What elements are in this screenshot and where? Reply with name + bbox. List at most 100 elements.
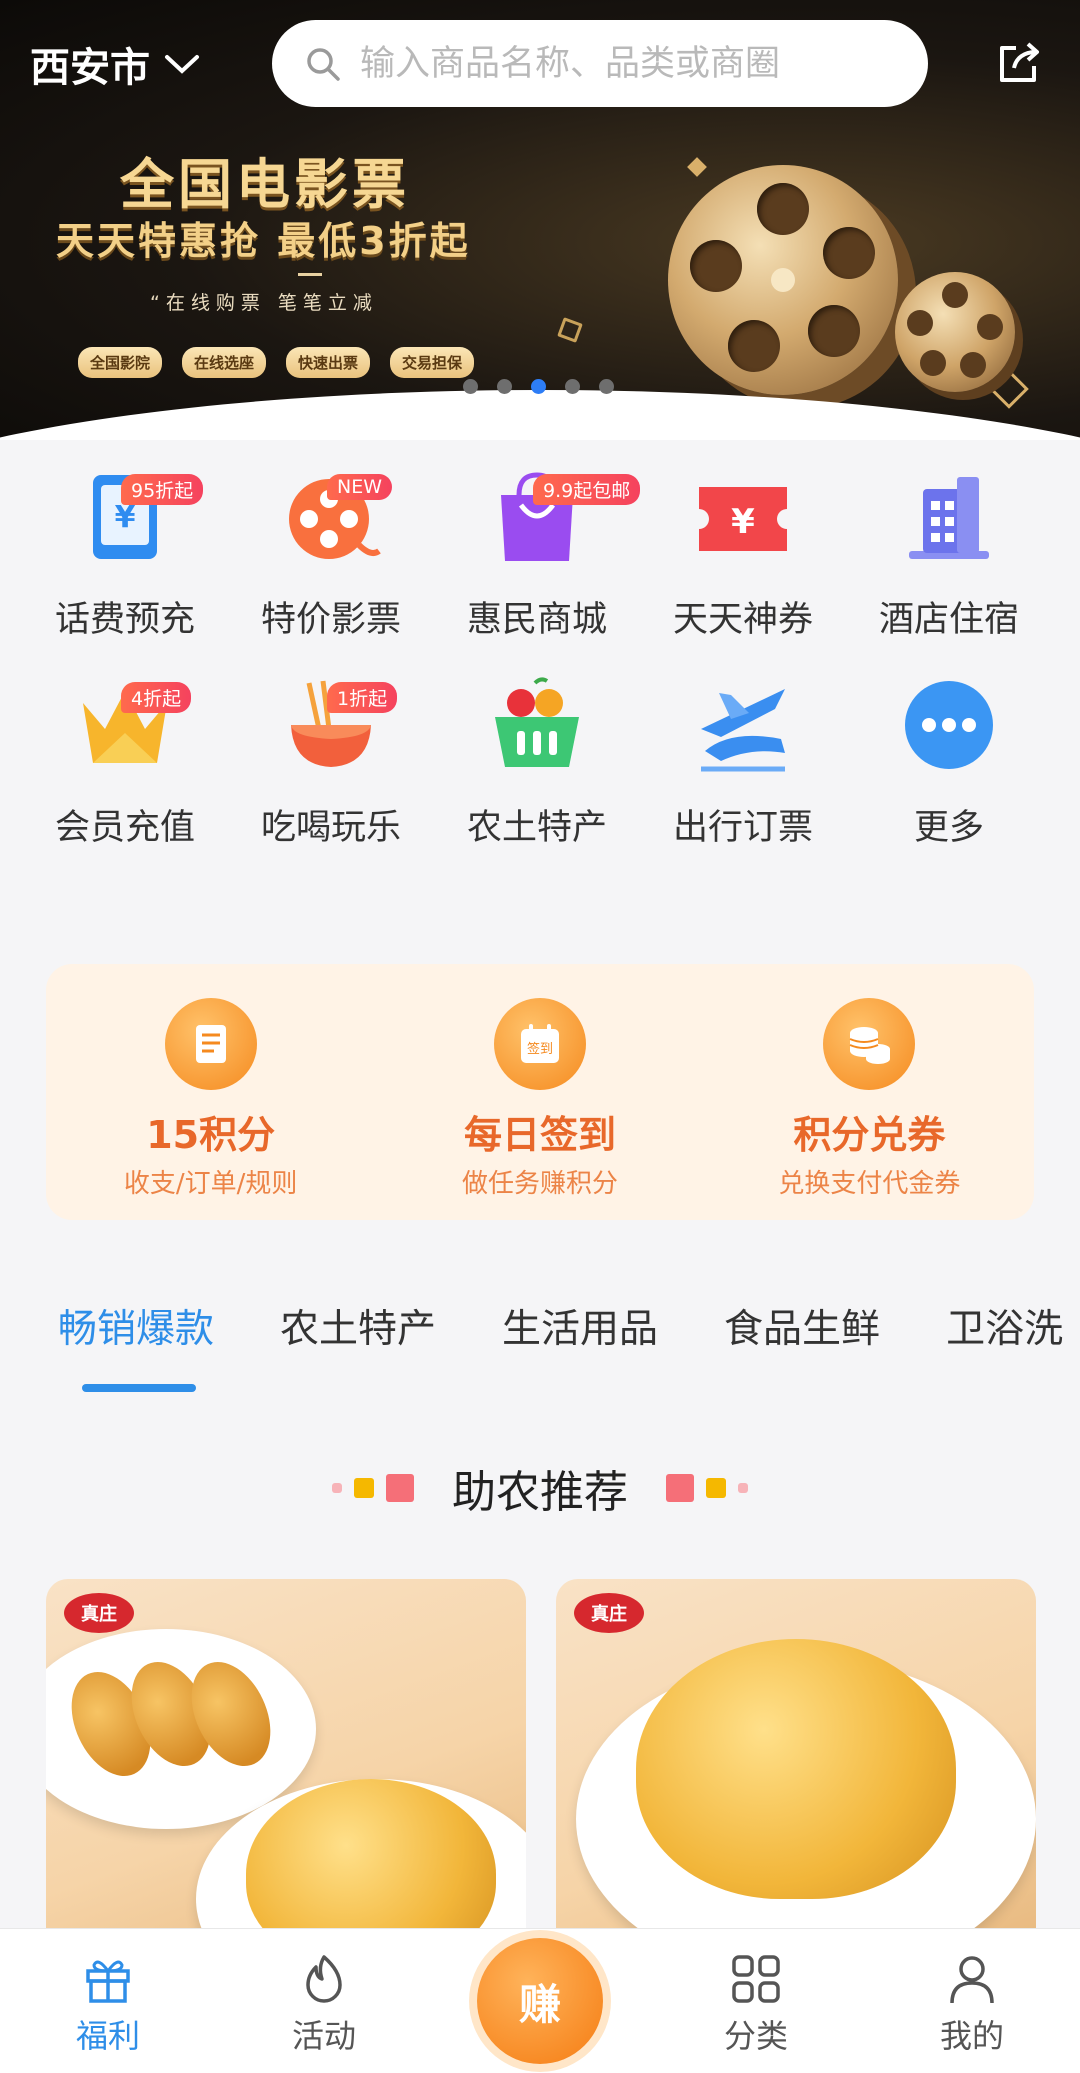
user-icon [950,1956,994,2004]
carousel-dot[interactable] [497,379,512,394]
points-title: 积分兑券 [793,1113,946,1157]
nav-welfare[interactable]: 福利 [0,1929,216,2073]
decor-square [354,1478,374,1498]
grid-label: 惠民商城 [466,600,607,640]
fruit-basket-icon [495,676,579,767]
grid-label: 吃喝玩乐 [260,808,401,848]
more-icon [905,680,993,769]
carousel-dot-active[interactable] [531,379,546,394]
brand-logo: 真庄 [574,1593,644,1633]
plane-train-icon [701,688,785,771]
film-reel-image [668,165,898,395]
decor-square [386,1474,414,1502]
decor-square [332,1483,342,1493]
tab-fresh-food[interactable]: 食品生鲜 [724,1298,880,1354]
grid-label: 酒店住宿 [878,600,1019,640]
grid-label: 会员充值 [54,808,195,848]
grid-item-coupon[interactable]: ¥ 天天神券 [640,462,846,642]
points-subtitle: 兑换支付代金券 [778,1169,961,1199]
film-reel-image [895,272,1015,392]
share-icon[interactable] [994,38,1044,88]
calendar-sign-icon: 签到 [520,1024,559,1063]
grid-badge: NEW [327,474,393,500]
banner-slogan: “在线购票 笔笔立减 [150,292,378,314]
grid-item-food-fun[interactable]: 1折起 吃喝玩乐 [228,670,434,850]
grid-label: 特价影票 [260,600,401,640]
svg-text:¥: ¥ [731,502,755,542]
search-icon [307,47,340,81]
banner-headline: 全国电影票 [120,153,410,216]
tab-daily-goods[interactable]: 生活用品 [502,1298,658,1354]
grid-item-farm-products[interactable]: 农土特产 [434,670,640,850]
coupon-icon: ¥ [699,486,787,551]
banner-curve [0,390,1080,440]
chevron-down-icon [165,55,199,74]
nav-activity[interactable]: 活动 [216,1929,432,2073]
banner-pill: 全国影院 [78,347,163,378]
food-image [636,1639,956,1899]
carousel-dots[interactable] [463,379,614,394]
decor-square [706,1478,726,1498]
gift-icon [86,1960,130,2003]
grid-badge: 95折起 [121,474,204,505]
coins-icon [849,1027,891,1064]
grid-item-membership[interactable]: 4折起 会员充值 [22,670,228,850]
brand-logo: 真庄 [64,1593,134,1633]
daily-sign-in[interactable]: 签到 每日签到 做任务赚积分 [375,964,704,1220]
decor-square [738,1483,748,1493]
search-input[interactable] [360,43,860,84]
product-card[interactable]: 真庄 [46,1579,526,1929]
search-bar[interactable] [272,20,928,107]
decor-shape [687,157,707,177]
grid-badge: 9.9起包邮 [533,474,641,505]
grid-label: 天天神券 [672,600,813,640]
points-title: 每日签到 [463,1113,616,1157]
tab-bestsellers[interactable]: 畅销爆款 [58,1298,214,1354]
grid-label: 农土特产 [466,808,607,848]
tab-bath[interactable]: 卫浴洗 [946,1298,1063,1354]
banner-pill: 在线选座 [182,347,267,378]
city-selector[interactable]: 西安市 [30,35,200,93]
points-card: 15积分 收支/订单/规则 签到 每日签到 做任务赚积分 积分兑券 兑换支付代金… [46,964,1034,1220]
grid-item-hotel[interactable]: 酒店住宿 [846,462,1052,642]
grid-item-mall[interactable]: 9.9起包邮 惠民商城 [434,462,641,642]
carousel-dot[interactable] [463,379,478,394]
product-card[interactable]: 真庄 [556,1579,1036,1929]
points-subtitle: 收支/订单/规则 [123,1169,298,1199]
grid-item-more[interactable]: 更多 [846,670,1052,850]
grid-item-travel[interactable]: 出行订票 [640,670,846,850]
grid-icon [732,1955,780,2003]
decor-square [666,1474,694,1502]
banner-subline: 天天特惠抢 最低3折起 [56,219,471,263]
carousel-dot[interactable] [565,379,580,394]
tab-indicator [82,1384,196,1392]
tab-farm-products[interactable]: 农土特产 [280,1298,436,1354]
points-subtitle: 做任务赚积分 [461,1169,618,1199]
grid-badge: 4折起 [121,682,192,713]
banner-divider [298,273,322,276]
points-balance[interactable]: 15积分 收支/订单/规则 [46,964,375,1220]
banner-pill: 快速出票 [286,347,371,378]
banner-pills: 全国影院 在线选座 快速出票 交易担保 [78,347,475,378]
earn-label: 赚 [518,1979,561,2029]
nav-label: 我的 [939,2017,1004,2055]
nav-category[interactable]: 分类 [648,1929,864,2073]
grid-label: 话费预充 [54,600,195,640]
flame-icon [306,1955,342,2003]
grid-item-phone-recharge[interactable]: ¥ 95折起 话费预充 [22,462,228,642]
carousel-dot[interactable] [599,379,614,394]
nav-mine[interactable]: 我的 [864,1929,1080,2073]
grid-label: 更多 [913,808,984,848]
grid-item-movie-ticket[interactable]: NEW 特价影票 [228,462,434,642]
nav-label: 福利 [75,2017,140,2055]
decor-shape [557,317,583,343]
svg-text:签到: 签到 [527,1041,553,1057]
points-exchange[interactable]: 积分兑券 兑换支付代金券 [705,964,1034,1220]
earn-button[interactable]: 赚 [477,1938,603,2064]
nav-label: 活动 [291,2017,356,2055]
document-icon [195,1025,226,1063]
grid-badge: 1折起 [327,682,398,713]
city-label: 西安市 [30,45,150,91]
section-header: 助农推荐 [0,1456,1080,1520]
feature-grid: ¥ 95折起 话费预充 NEW 特价影票 9.9起包邮 惠民商城 ¥ 天天神券 … [22,462,1058,850]
